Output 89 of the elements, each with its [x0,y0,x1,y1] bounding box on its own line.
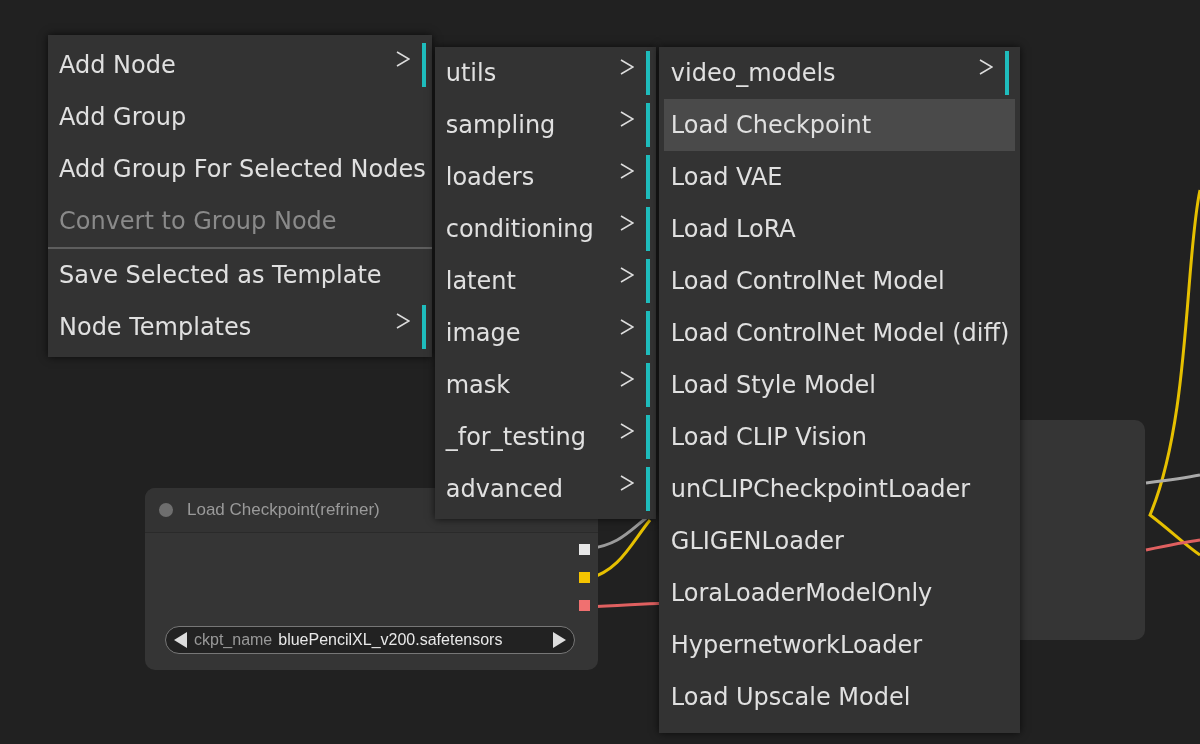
menu-item[interactable]: Load Style Model [663,359,1016,411]
menu-item-label: _for_testing [445,423,587,451]
menu-item[interactable]: Load Checkpoint [663,99,1016,151]
menu-item-label: Load Upscale Model [670,683,912,711]
menu-item[interactable]: Load CLIP Vision [663,411,1016,463]
menu-item[interactable]: Add Group [48,91,432,143]
menu-item[interactable]: Node Templates [48,301,432,353]
menu-item[interactable]: Load VAE [663,151,1016,203]
chevron-right-icon [619,214,634,232]
menu-item[interactable]: latent [434,255,656,307]
submenu-indicator [645,155,650,199]
chevron-right-icon [619,162,634,180]
menu-item[interactable]: sampling [434,99,656,151]
menu-item-label: Convert to Group Node [59,207,338,235]
output-slot[interactable] [579,572,590,583]
menu-item[interactable]: _for_testing [434,411,656,463]
menu-item[interactable]: utils [434,47,656,99]
chevron-right-icon [619,370,634,388]
menu-item-label: sampling [445,111,557,139]
menu-item[interactable]: Save Selected as Template [48,249,432,301]
menu-item-label: Load LoRA [670,215,797,243]
menu-item[interactable]: conditioning [434,203,656,255]
menu-item[interactable]: Add Group For Selected Nodes [48,143,432,195]
menu-item-label: unCLIPCheckpointLoader [670,475,972,503]
chevron-right-icon [619,318,634,336]
menu-item-label: Add Group [59,103,188,131]
submenu-indicator [645,259,650,303]
submenu-indicator [645,363,650,407]
chevron-right-icon [395,50,410,68]
menu-item-label: Node Templates [59,313,253,341]
widget-label: ckpt_name [194,631,273,649]
menu-item-label: latent [445,267,517,295]
menu-item-label: Load VAE [670,163,784,191]
menu-item-label: HypernetworkLoader [670,631,924,659]
menu-item-label: Load ControlNet Model [670,267,946,295]
menu-item[interactable]: image [434,307,656,359]
menu-item[interactable]: Load ControlNet Model [663,255,1016,307]
arrow-left-icon[interactable] [174,632,188,648]
menu-item[interactable]: Load Upscale Model [663,671,1016,723]
submenu-indicator [645,467,650,511]
submenu-indicator [421,305,426,349]
menu-item[interactable]: Add Node [48,39,432,91]
menu-item[interactable]: advanced [434,463,656,515]
menu-item-label: GLIGENLoader [670,527,845,555]
menu-item-label: Load Checkpoint [670,111,873,139]
chevron-right-icon [619,474,634,492]
menu-item-label: mask [445,371,512,399]
menu-item[interactable]: mask [434,359,656,411]
menu-item[interactable]: Load ControlNet Model (diff) [663,307,1016,359]
output-slot[interactable] [579,544,590,555]
menu-item[interactable]: LoraLoaderModelOnly [663,567,1016,619]
menu-item-label: loaders [445,163,536,191]
chevron-right-icon [979,58,994,76]
submenu-indicator [645,207,650,251]
chevron-right-icon [619,58,634,76]
menu-item[interactable]: Load LoRA [663,203,1016,255]
widget-value: bluePencilXL_v200.safetensors [278,631,503,649]
menu-item-label: Load ControlNet Model (diff) [670,319,1010,347]
menu-item-label: video_models [670,59,837,87]
menu-item[interactable]: GLIGENLoader [663,515,1016,567]
status-dot [159,503,173,517]
submenu-indicator [645,415,650,459]
chevron-right-icon [619,422,634,440]
submenu-indicator [1005,51,1010,95]
submenu-indicator [645,103,650,147]
menu-item-label: Load CLIP Vision [670,423,868,451]
menu-item-label: Save Selected as Template [59,261,383,289]
menu-item-label: conditioning [445,215,594,243]
menu-item[interactable]: HypernetworkLoader [663,619,1016,671]
output-slot[interactable] [579,600,590,611]
submenu-indicator [645,51,650,95]
menu-item-label: utils [445,59,498,87]
menu-item-label: Load Style Model [670,371,877,399]
menu-item-label: LoraLoaderModelOnly [670,579,934,607]
menu-item[interactable]: video_models [663,47,1016,99]
chevron-right-icon [619,110,634,128]
menu-item-label: advanced [445,475,564,503]
chevron-right-icon [395,312,410,330]
menu-item-label: Add Node [59,51,177,79]
menu-item[interactable]: loaders [434,151,656,203]
menu-item[interactable]: unCLIPCheckpointLoader [663,463,1016,515]
combo-widget[interactable]: ckpt_name bluePencilXL_v200.safetensors [165,626,575,654]
menu-item-label: image [445,319,522,347]
arrow-right-icon[interactable] [552,632,566,648]
chevron-right-icon [619,266,634,284]
submenu-indicator [645,311,650,355]
menu-item-label: Add Group For Selected Nodes [59,155,426,183]
submenu-indicator [421,43,426,87]
node-title: Load Checkpoint(refriner) [187,500,380,520]
